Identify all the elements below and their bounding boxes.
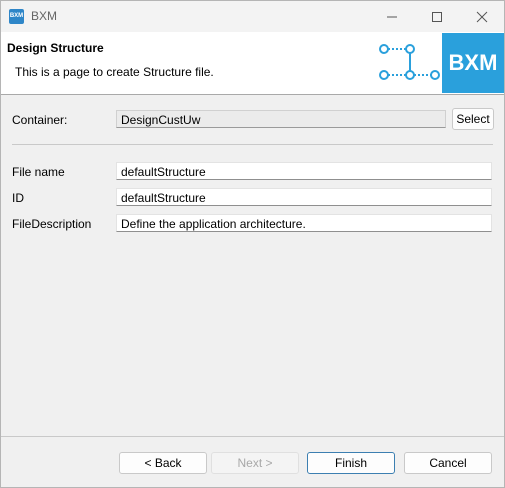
minimize-icon bbox=[387, 16, 397, 18]
maximize-button[interactable] bbox=[414, 1, 459, 32]
close-icon bbox=[476, 11, 488, 23]
minimize-button[interactable] bbox=[369, 1, 414, 32]
bxm-app-icon: BXM bbox=[9, 9, 24, 24]
bxm-logo: BXM bbox=[442, 33, 504, 93]
page-title: Design Structure bbox=[7, 41, 104, 55]
next-button[interactable]: Next > bbox=[211, 452, 299, 474]
window-title: BXM bbox=[31, 9, 58, 23]
maximize-icon bbox=[432, 12, 442, 22]
cancel-button[interactable]: Cancel bbox=[404, 452, 492, 474]
title-bar: BXM BXM bbox=[1, 1, 504, 32]
wizard-banner: Design Structure This is a page to creat… bbox=[1, 32, 504, 95]
id-input[interactable]: defaultStructure bbox=[116, 188, 492, 206]
back-button[interactable]: < Back bbox=[119, 452, 207, 474]
container-label: Container: bbox=[12, 113, 68, 127]
close-button[interactable] bbox=[459, 1, 504, 32]
file-name-input[interactable]: defaultStructure bbox=[116, 162, 492, 180]
file-description-label: FileDescription bbox=[12, 217, 92, 231]
file-name-label: File name bbox=[12, 165, 65, 179]
file-description-input[interactable]: Define the application architecture. bbox=[116, 214, 492, 232]
button-bar-separator bbox=[1, 436, 504, 437]
structure-diagram-icon bbox=[379, 44, 440, 80]
finish-button[interactable]: Finish bbox=[307, 452, 395, 474]
form-separator bbox=[12, 144, 493, 145]
id-label: ID bbox=[12, 191, 24, 205]
select-button[interactable]: Select bbox=[452, 108, 494, 130]
container-field: DesignCustUw bbox=[116, 110, 446, 128]
page-description: This is a page to create Structure file. bbox=[15, 65, 214, 79]
wizard-window: BXM BXM Design Structure This is a page … bbox=[0, 0, 505, 488]
